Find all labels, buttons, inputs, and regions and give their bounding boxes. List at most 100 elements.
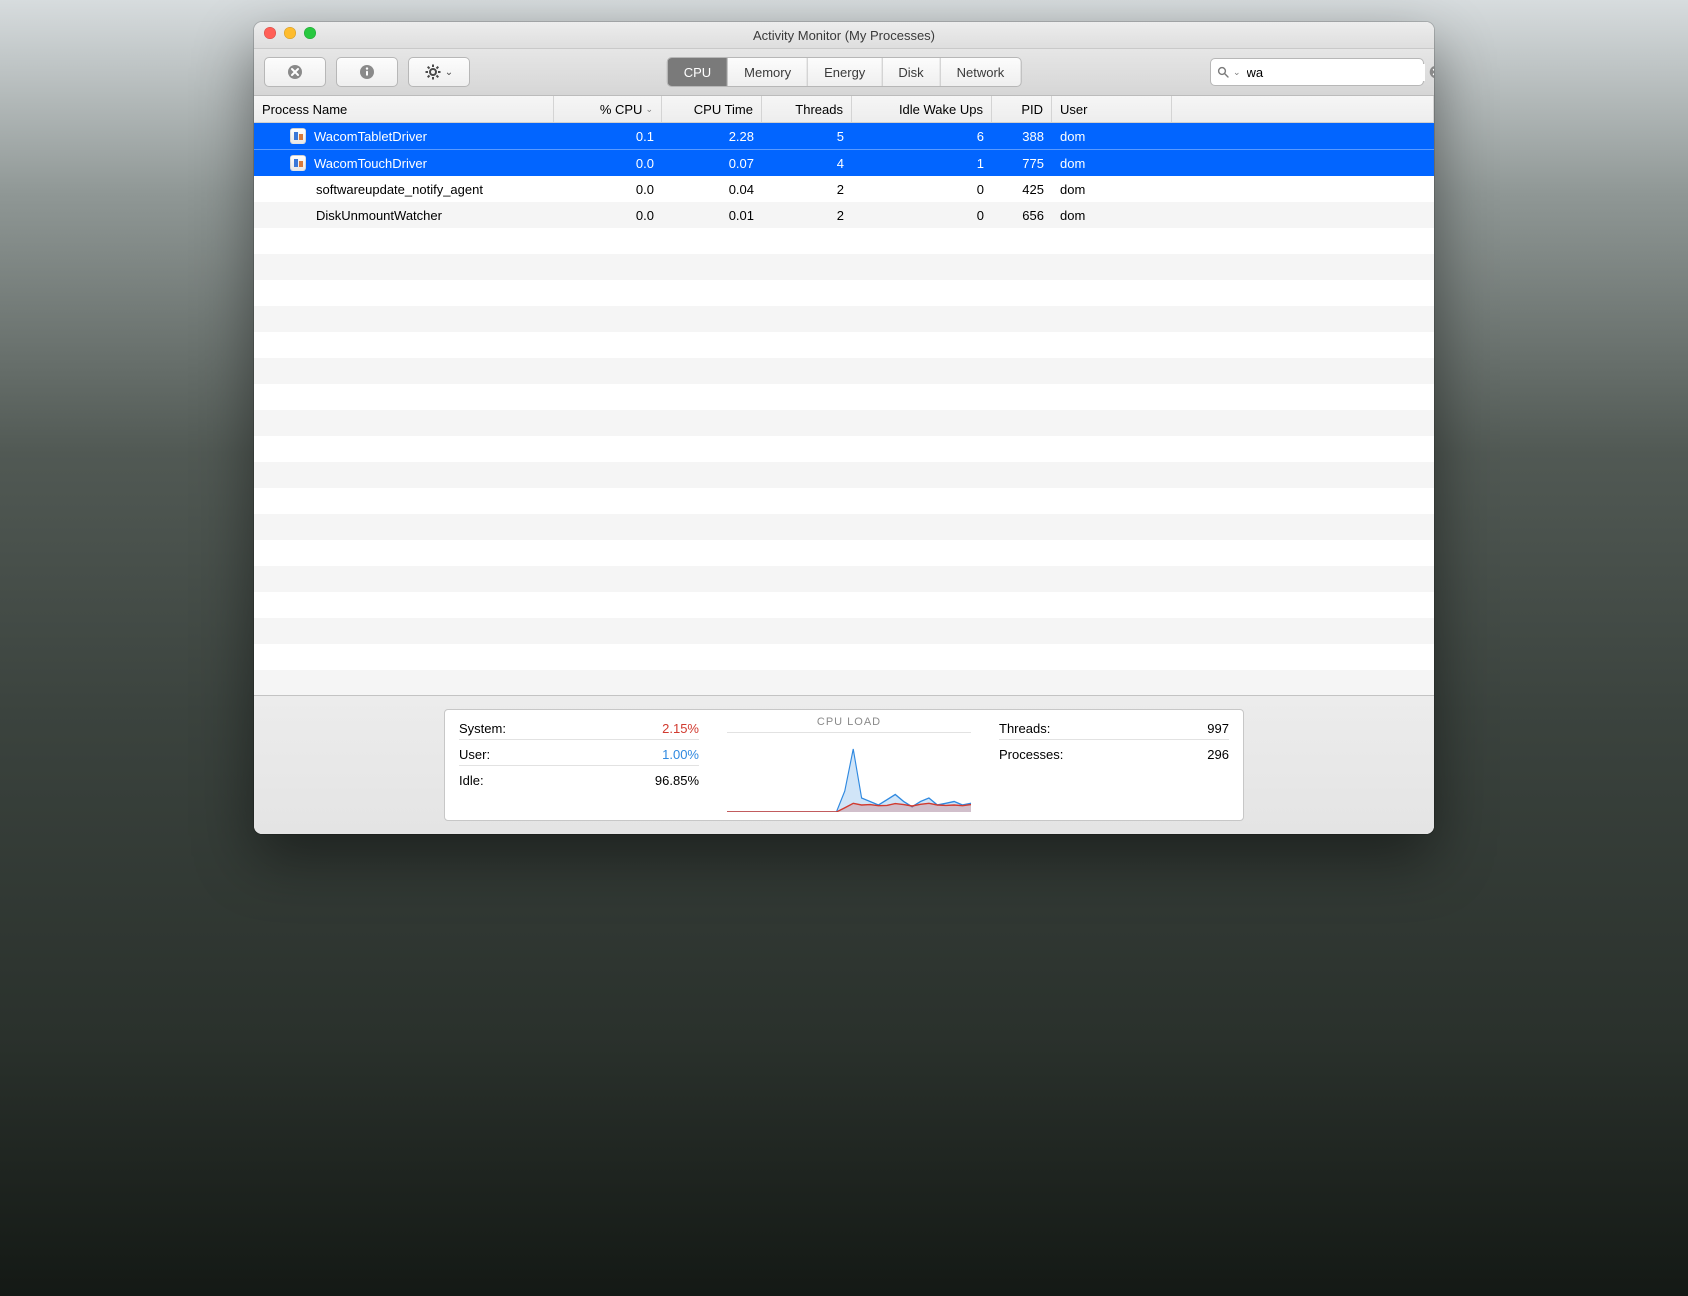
process-name-label: WacomTabletDriver: [314, 129, 427, 144]
search-input[interactable]: [1245, 64, 1425, 81]
count-row: Processes:296: [999, 744, 1229, 765]
table-row-empty: [254, 306, 1434, 332]
tab-memory[interactable]: Memory: [728, 58, 808, 86]
tab-cpu[interactable]: CPU: [668, 58, 728, 86]
activity-monitor-window: Activity Monitor (My Processes): [254, 22, 1434, 834]
cell-cpu: 0.0: [554, 156, 662, 171]
column-threads[interactable]: Threads: [762, 96, 852, 122]
cell-cpu: 0.0: [554, 208, 662, 223]
cell-cpu-time: 0.04: [662, 182, 762, 197]
cpu-load-graph: [727, 737, 971, 812]
count-row: Threads: 997: [999, 718, 1229, 740]
cell-idle-wakeups: 0: [852, 182, 992, 197]
column-cpu-time[interactable]: CPU Time: [662, 96, 762, 122]
table-row[interactable]: DiskUnmountWatcher0.00.0120656dom: [254, 202, 1434, 228]
cell-user: dom: [1052, 156, 1172, 171]
inspect-process-button[interactable]: [336, 57, 398, 87]
cpu-load-chart: CPU LOAD: [727, 718, 971, 812]
table-row-empty: [254, 332, 1434, 358]
table-row-empty: [254, 540, 1434, 566]
table-row-empty: [254, 254, 1434, 280]
cell-user: dom: [1052, 129, 1172, 144]
cell-pid: 656: [992, 208, 1052, 223]
stat-value: 1.00%: [662, 747, 699, 762]
footer-content: System:2.15%User:1.00%Idle:96.85% CPU LO…: [444, 709, 1244, 821]
table-row[interactable]: WacomTouchDriver0.00.0741775dom: [254, 149, 1434, 176]
search-icon: [1217, 66, 1229, 78]
cell-idle-wakeups: 0: [852, 208, 992, 223]
count-label: Threads:: [999, 721, 1050, 736]
search-scope-chevron-icon[interactable]: ⌄: [1233, 67, 1241, 78]
window-controls: [264, 27, 316, 39]
table-row-empty: [254, 592, 1434, 618]
cell-threads: 2: [762, 182, 852, 197]
process-name-label: DiskUnmountWatcher: [316, 208, 442, 223]
table-row-empty: [254, 462, 1434, 488]
cell-cpu-time: 2.28: [662, 129, 762, 144]
info-icon: [359, 64, 375, 80]
cell-cpu-time: 0.01: [662, 208, 762, 223]
toolbar: ⌄ CPUMemoryEnergyDiskNetwork ⌄: [254, 49, 1434, 96]
cell-cpu: 0.1: [554, 129, 662, 144]
close-icon[interactable]: [264, 27, 276, 39]
table-row-empty: [254, 514, 1434, 540]
cell-user: dom: [1052, 208, 1172, 223]
cell-idle-wakeups: 1: [852, 156, 992, 171]
options-button[interactable]: ⌄: [408, 57, 470, 87]
tab-disk[interactable]: Disk: [882, 58, 940, 86]
titlebar[interactable]: Activity Monitor (My Processes): [254, 22, 1434, 49]
cell-process-name: WacomTabletDriver: [254, 128, 554, 144]
table-row[interactable]: softwareupdate_notify_agent 0.00.0420425d…: [254, 176, 1434, 202]
cell-threads: 5: [762, 129, 852, 144]
stat-row: User: 1.00%: [459, 744, 699, 766]
chevron-down-icon: ⌄: [445, 67, 453, 78]
cell-process-name: softwareupdate_notify_agent: [254, 182, 554, 197]
window-title: Activity Monitor (My Processes): [753, 28, 935, 43]
app-icon: [290, 155, 306, 171]
cpu-usage-stats: System:2.15%User:1.00%Idle:96.85%: [459, 718, 699, 812]
zoom-icon[interactable]: [304, 27, 316, 39]
stop-icon: [287, 64, 303, 80]
cell-user: dom: [1052, 182, 1172, 197]
table-row[interactable]: WacomTabletDriver0.12.2856388dom: [254, 123, 1434, 149]
sort-indicator-icon: ⌄: [645, 104, 653, 115]
table-row-empty: [254, 670, 1434, 695]
table-row-empty: [254, 566, 1434, 592]
minimize-icon[interactable]: [284, 27, 296, 39]
cell-process-name: DiskUnmountWatcher: [254, 208, 554, 223]
column-pid[interactable]: PID: [992, 96, 1052, 122]
stat-row: Idle:96.85%: [459, 770, 699, 791]
table-row-empty: [254, 488, 1434, 514]
cell-pid: 775: [992, 156, 1052, 171]
column-process-name[interactable]: Process Name: [254, 96, 554, 122]
cell-threads: 4: [762, 156, 852, 171]
search-field[interactable]: ⌄: [1210, 58, 1424, 86]
cell-idle-wakeups: 6: [852, 129, 992, 144]
stop-process-button[interactable]: [264, 57, 326, 87]
footer-panel: System:2.15%User:1.00%Idle:96.85% CPU LO…: [254, 695, 1434, 834]
column-spacer: [1172, 96, 1434, 122]
tab-energy[interactable]: Energy: [808, 58, 882, 86]
cell-pid: 425: [992, 182, 1052, 197]
clear-search-button[interactable]: [1429, 65, 1434, 79]
column-headers: Process Name % CPU ⌄ CPU Time Threads Id…: [254, 96, 1434, 123]
column-idle-wakeups[interactable]: Idle Wake Ups: [852, 96, 992, 122]
cpu-load-label: CPU LOAD: [727, 716, 971, 733]
process-name-label: softwareupdate_notify_agent: [316, 182, 483, 197]
process-name-label: WacomTouchDriver: [314, 156, 427, 171]
column-cpu[interactable]: % CPU ⌄: [554, 96, 662, 122]
stat-label: User:: [459, 747, 490, 762]
app-icon: [290, 128, 306, 144]
tab-network[interactable]: Network: [941, 58, 1021, 86]
count-value: 296: [1207, 747, 1229, 762]
count-value: 997: [1207, 721, 1229, 736]
column-user[interactable]: User: [1052, 96, 1172, 122]
stat-value: 2.15%: [662, 721, 699, 736]
system-counts: Threads: 997 Processes:296: [999, 718, 1229, 812]
table-row-empty: [254, 228, 1434, 254]
table-row-empty: [254, 358, 1434, 384]
stat-label: Idle:: [459, 773, 484, 788]
table-row-empty: [254, 436, 1434, 462]
cell-cpu: 0.0: [554, 182, 662, 197]
process-table[interactable]: WacomTabletDriver0.12.2856388domWacomTou…: [254, 123, 1434, 695]
